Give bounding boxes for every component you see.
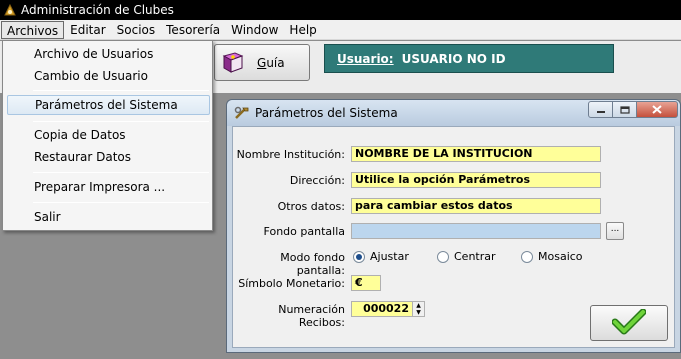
simbolo-field[interactable]: € (351, 275, 381, 291)
radio-dot (521, 250, 533, 263)
direccion-field[interactable]: Utilice la opción Parámetros (351, 172, 601, 188)
recibos-label: Numeración Recibos: (278, 303, 345, 329)
radio-ajustar[interactable]: Ajustar (353, 250, 409, 263)
radio-mosaico[interactable]: Mosaico (521, 250, 583, 263)
menubar: Archivos Editar Socios Tesorería Window … (0, 20, 681, 40)
menu-item-restaurar-datos[interactable]: Restaurar Datos (7, 147, 210, 167)
window-controls (588, 101, 678, 118)
recibos-value[interactable]: 000022 (352, 302, 412, 316)
menu-separator (33, 172, 209, 173)
radio-ajustar-label: Ajustar (370, 250, 409, 263)
radio-dot (353, 250, 365, 263)
institucion-label: Nombre Institución: (236, 148, 345, 161)
menu-item-cambio-usuario[interactable]: Cambio de Usuario (7, 66, 210, 86)
menu-item-preparar-impresora[interactable]: Preparar Impresora ... (7, 177, 210, 197)
menu-separator (33, 90, 209, 91)
guia-label: Guía (257, 55, 285, 70)
otros-label: Otros datos: (277, 200, 345, 213)
window-titlebar: Administración de Clubes (0, 0, 681, 20)
fondo-label: Fondo pantalla (263, 225, 345, 238)
otros-field[interactable]: para cambiar estos datos (351, 198, 601, 214)
guia-button[interactable]: Guía (214, 44, 310, 81)
menu-item-archivo-usuarios[interactable]: Archivo de Usuarios (7, 44, 210, 64)
tools-icon (234, 106, 250, 120)
modo-label: Modo fondo pantalla: (280, 251, 345, 277)
ok-button[interactable] (590, 305, 668, 341)
dialog-title: Parámetros del Sistema (255, 106, 398, 120)
window-title: Administración de Clubes (21, 3, 174, 17)
menu-item-copia-datos[interactable]: Copia de Datos (7, 125, 210, 145)
close-icon[interactable] (636, 101, 678, 118)
radio-centrar[interactable]: Centrar (437, 250, 496, 263)
radio-mosaico-label: Mosaico (538, 250, 583, 263)
dialog-body: Nombre Institución: NOMBRE DE LA INSTITU… (232, 126, 675, 348)
radio-dot (437, 250, 449, 263)
browse-button[interactable]: ... (606, 222, 624, 240)
direccion-label: Dirección: (289, 174, 345, 187)
book-icon (221, 51, 245, 74)
user-label: Usuario: (337, 51, 394, 66)
menu-archivos[interactable]: Archivos (1, 20, 65, 39)
menu-item-salir[interactable]: Salir (7, 207, 210, 227)
menu-separator (33, 202, 209, 203)
archivos-dropdown: Archivo de Usuarios Cambio de Usuario Pa… (2, 40, 213, 231)
menu-tesoreria[interactable]: Tesorería (161, 21, 225, 39)
recibos-stepper[interactable]: 000022 ▲ ▼ (351, 301, 425, 317)
institucion-field[interactable]: NOMBRE DE LA INSTITUCION (351, 146, 601, 162)
chevron-up-icon[interactable]: ▲ (413, 302, 424, 309)
app-icon (3, 3, 17, 17)
user-value: USUARIO NO ID (401, 51, 506, 66)
stepper-arrows: ▲ ▼ (412, 302, 424, 316)
menu-item-parametros-sistema[interactable]: Parámetros del Sistema (7, 95, 210, 115)
chevron-down-icon[interactable]: ▼ (413, 309, 424, 316)
menu-editar[interactable]: Editar (65, 21, 111, 39)
green-check-icon (611, 308, 647, 338)
fondo-field[interactable] (351, 223, 601, 239)
maximize-icon[interactable] (612, 101, 637, 118)
dialog-titlebar[interactable]: Parámetros del Sistema (227, 100, 680, 126)
minimize-icon[interactable] (588, 101, 613, 118)
radio-centrar-label: Centrar (454, 250, 496, 263)
menu-separator (33, 121, 209, 122)
user-panel: Usuario: USUARIO NO ID (324, 44, 614, 73)
menu-window[interactable]: Window (226, 21, 283, 39)
menu-socios[interactable]: Socios (112, 21, 160, 39)
menu-help[interactable]: Help (284, 21, 321, 39)
simbolo-label: Símbolo Monetario: (238, 277, 345, 290)
parametros-dialog: Parámetros del Sistema Nombre Institució… (226, 99, 681, 353)
